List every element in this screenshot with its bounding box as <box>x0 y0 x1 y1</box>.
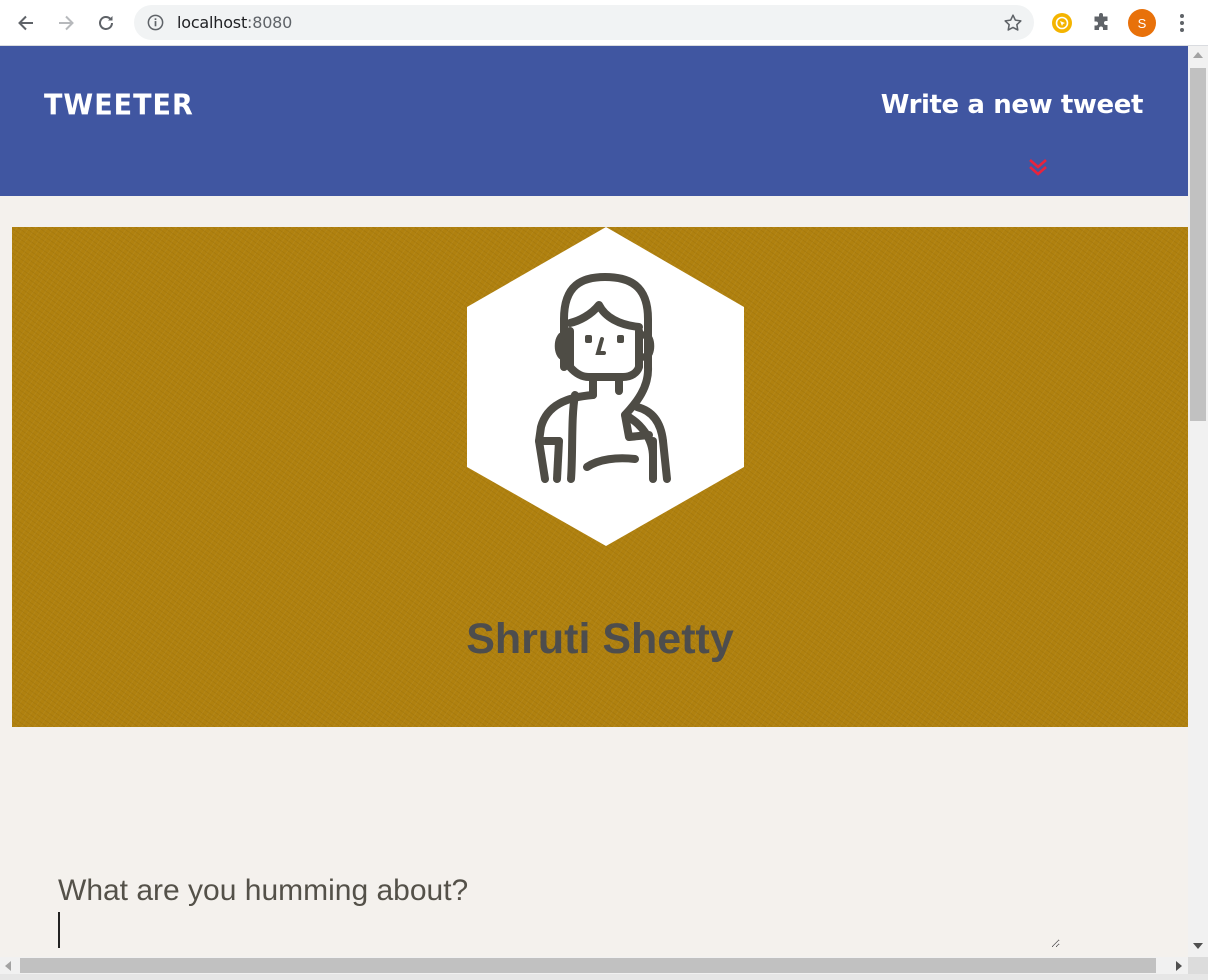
reload-icon <box>99 16 113 30</box>
profile-avatar[interactable]: S <box>1128 9 1156 37</box>
url-text: localhost:8080 <box>177 13 292 32</box>
window-bottom-edge <box>0 974 1208 980</box>
composer-prompt: What are you humming about? <box>58 874 469 907</box>
extension-icon[interactable] <box>1050 11 1074 35</box>
url-port: :8080 <box>247 13 293 32</box>
star-icon[interactable] <box>1002 12 1024 34</box>
scroll-left-icon[interactable] <box>5 961 11 971</box>
scrollbar-corner <box>1188 957 1208 974</box>
horizontal-scrollbar[interactable] <box>0 957 1188 974</box>
tweet-composer: What are you humming about? <box>58 874 1158 948</box>
address-bar[interactable]: localhost:8080 <box>134 5 1034 40</box>
compose-toggle-label[interactable]: Write a new tweet <box>881 90 1144 120</box>
site-header: TWEETER Write a new tweet <box>0 46 1188 196</box>
profile-banner: Shruti Shetty <box>12 227 1188 727</box>
info-icon[interactable] <box>146 13 165 32</box>
tweet-input[interactable] <box>58 912 1060 948</box>
site-logo[interactable]: TWEETER <box>44 89 194 122</box>
scroll-up-icon[interactable] <box>1193 52 1203 58</box>
url-host: localhost <box>177 13 248 32</box>
double-chevron-down-icon[interactable] <box>1027 157 1049 179</box>
profile-name: Shruti Shetty <box>466 615 734 663</box>
back-button[interactable] <box>11 8 41 38</box>
woman-avatar-icon <box>467 227 744 546</box>
reload-button[interactable] <box>91 8 121 38</box>
kebab-menu-icon[interactable] <box>1170 11 1194 35</box>
scroll-right-icon[interactable] <box>1176 961 1182 971</box>
scroll-down-icon[interactable] <box>1193 943 1203 949</box>
vertical-scrollbar[interactable] <box>1188 46 1208 957</box>
arrow-left-icon <box>18 15 33 31</box>
arrow-right-icon <box>59 15 74 31</box>
forward-button[interactable] <box>51 8 81 38</box>
horizontal-scroll-thumb[interactable] <box>20 958 1156 973</box>
vertical-scroll-thumb[interactable] <box>1190 68 1206 421</box>
puzzle-icon[interactable] <box>1090 11 1114 35</box>
browser-toolbar: localhost:8080 S <box>0 0 1208 46</box>
